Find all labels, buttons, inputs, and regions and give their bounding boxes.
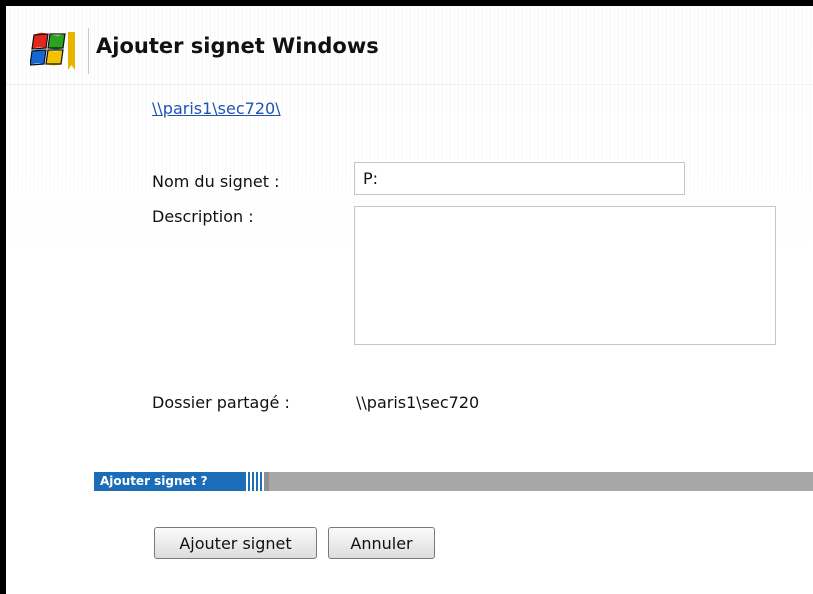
- add-bookmark-button[interactable]: Ajouter signet: [154, 527, 317, 559]
- title-separator: [88, 28, 89, 74]
- cancel-button[interactable]: Annuler: [328, 527, 435, 559]
- description-label: Description :: [152, 207, 254, 226]
- shared-folder-label: Dossier partagé :: [152, 393, 290, 412]
- section-header-tail: [264, 472, 269, 491]
- page-title: Ajouter signet Windows: [96, 34, 379, 58]
- section-header-stripes: [246, 472, 264, 491]
- bookmark-name-input[interactable]: [354, 162, 685, 195]
- shared-folder-value: \\paris1\sec720: [356, 393, 480, 412]
- description-textarea[interactable]: [354, 206, 776, 345]
- dialog-window: Ajouter signet Windows \\paris1\sec720\ …: [6, 6, 813, 594]
- network-path-link[interactable]: \\paris1\sec720\: [152, 99, 281, 118]
- windows-logo-icon: [29, 26, 78, 74]
- section-header-label: Ajouter signet ?: [94, 472, 246, 491]
- section-header-bar: Ajouter signet ?: [94, 472, 813, 491]
- bookmark-name-label: Nom du signet :: [152, 172, 280, 191]
- header-divider: [6, 84, 813, 85]
